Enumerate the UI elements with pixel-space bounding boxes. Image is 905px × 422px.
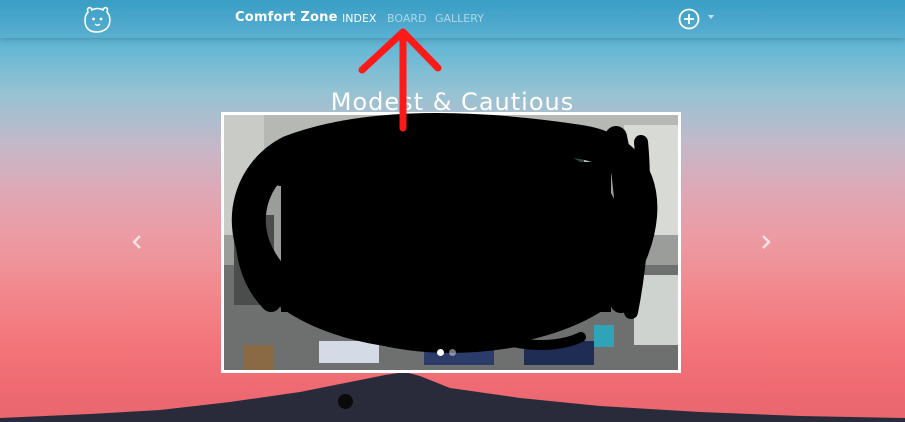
nav-link-gallery[interactable]: GALLERY xyxy=(435,12,484,25)
carousel-indicators xyxy=(437,348,467,358)
nav-link-index[interactable]: INDEX xyxy=(342,12,376,25)
black-dot-mark xyxy=(338,394,353,409)
plus-circle-icon[interactable] xyxy=(678,8,702,30)
top-navbar: Comfort Zone INDEX BOARD GALLERY xyxy=(0,0,905,38)
chevron-left-icon[interactable] xyxy=(131,234,143,250)
classroom-photo xyxy=(224,115,678,370)
nav-link-board[interactable]: BOARD xyxy=(387,12,426,25)
carousel xyxy=(221,112,681,373)
chevron-right-icon[interactable] xyxy=(760,234,772,250)
carousel-indicator-1[interactable] xyxy=(437,349,444,356)
brand-name[interactable]: Comfort Zone xyxy=(235,10,338,25)
caret-down-icon[interactable] xyxy=(708,15,714,19)
carousel-slide-image xyxy=(224,115,678,370)
page-background: Comfort Zone INDEX BOARD GALLERY Modest … xyxy=(0,0,905,422)
bear-face-icon[interactable] xyxy=(80,4,114,34)
carousel-indicator-2[interactable] xyxy=(449,349,456,356)
